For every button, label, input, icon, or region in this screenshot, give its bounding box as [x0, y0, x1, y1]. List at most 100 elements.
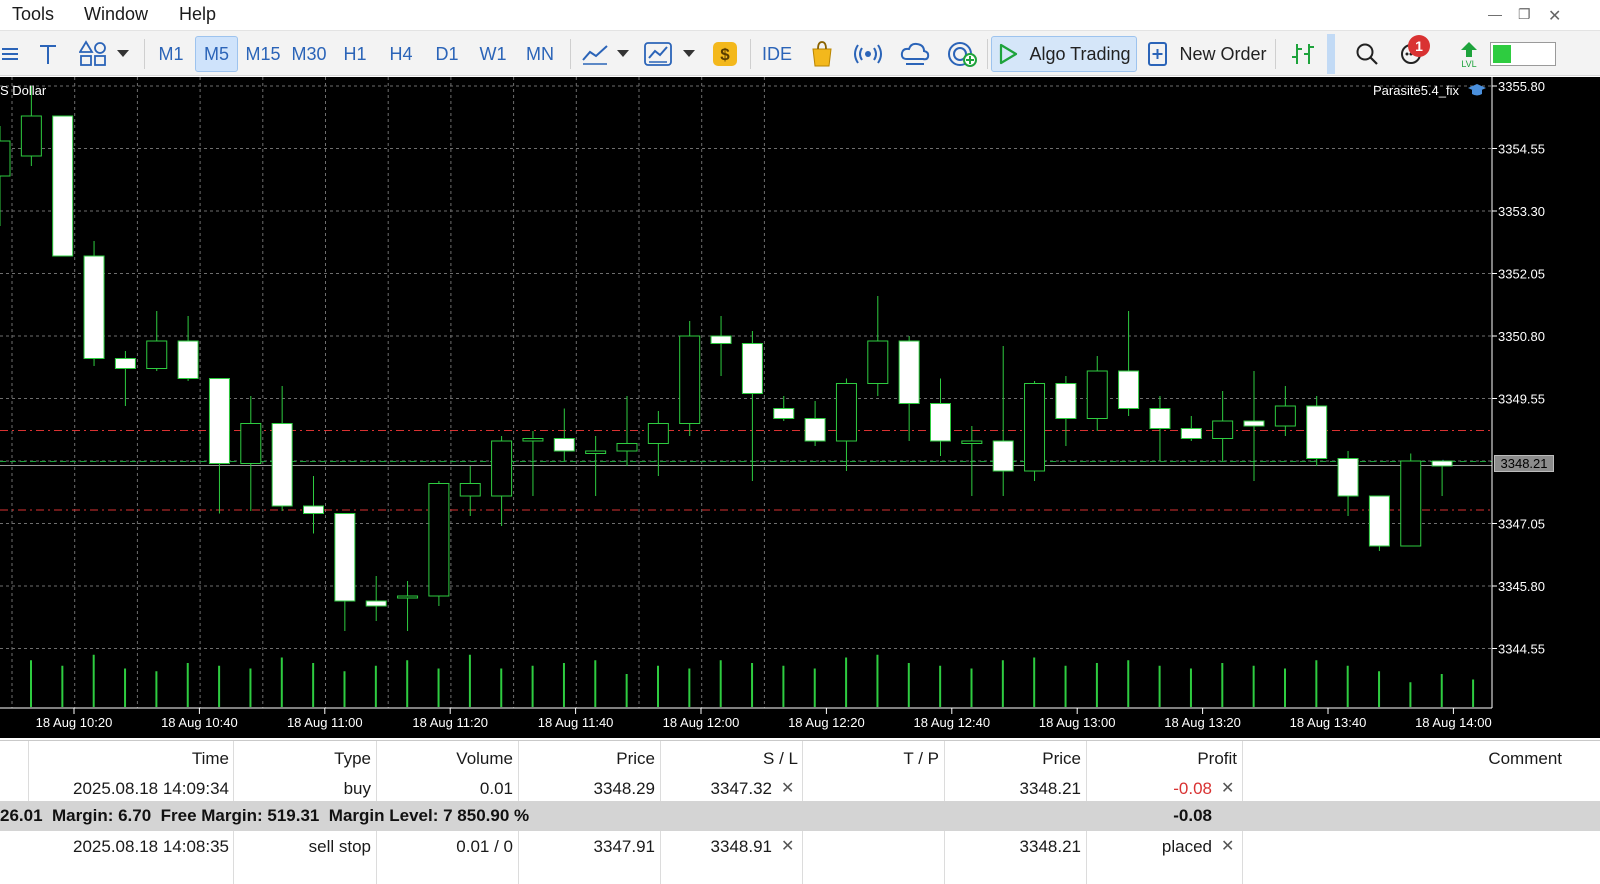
chevron-down-icon[interactable]: [114, 36, 132, 72]
ide-button[interactable]: IDE: [758, 36, 796, 72]
current-price-label: 3348.21: [1494, 455, 1554, 472]
delete-order-icon[interactable]: ✕: [1221, 836, 1234, 856]
header-current-price[interactable]: Price: [940, 749, 1081, 769]
header-tp[interactable]: T / P: [800, 749, 939, 769]
header-price[interactable]: Price: [520, 749, 655, 769]
candle-bullish: [1400, 460, 1422, 547]
timeframe-h1[interactable]: H1: [334, 36, 376, 72]
chevron-down-icon[interactable]: [614, 36, 632, 72]
toolbar-separator: [987, 39, 988, 69]
y-tick-label: 3347.05: [1498, 517, 1545, 532]
vps-cloud-icon[interactable]: [898, 36, 932, 72]
y-tick-label: 3344.55: [1498, 642, 1545, 657]
candle-bearish: [334, 513, 356, 602]
x-tick-label: 18 Aug 13:40: [1290, 715, 1367, 730]
row-type: sell stop: [308, 837, 371, 856]
menu-tools[interactable]: Tools: [12, 4, 54, 25]
candle-bearish: [1431, 460, 1453, 467]
timeframe-m15[interactable]: M15: [241, 36, 285, 72]
signals-icon[interactable]: [852, 36, 884, 72]
candle-bearish: [1055, 383, 1077, 419]
row-sl[interactable]: 3348.91: [660, 837, 772, 857]
candlestick-chart[interactable]: 3355.80 3354.55 3353.30 3352.05 3350.80 3349.…: [0, 77, 1600, 738]
candle-bearish: [1180, 428, 1202, 439]
close-position-icon[interactable]: ✕: [1221, 778, 1234, 798]
toolbar-handle: [1327, 34, 1335, 74]
row-volume: 0.01: [479, 779, 513, 798]
candle-bearish: [303, 505, 324, 514]
header-comment[interactable]: Comment: [1400, 749, 1562, 769]
x-tick-label: 18 Aug 10:20: [36, 715, 113, 730]
candle-bearish: [992, 440, 1014, 472]
connection-status-bar[interactable]: [1490, 42, 1556, 66]
candle-bullish: [0, 140, 11, 177]
y-tick-label: 3352.05: [1498, 267, 1545, 282]
header-type[interactable]: Type: [240, 749, 371, 769]
candle-bullish: [1274, 405, 1296, 427]
depth-of-market-icon[interactable]: [1283, 36, 1323, 72]
new-order-button[interactable]: New Order: [1145, 36, 1269, 72]
timeframe-w1[interactable]: W1: [472, 36, 514, 72]
timeframe-d1[interactable]: D1: [426, 36, 468, 72]
candle-bearish: [114, 358, 136, 369]
close-icon[interactable]: ✕: [1548, 6, 1561, 26]
chevron-down-icon[interactable]: [680, 36, 698, 72]
row-time: 2025.08.18 14:09:34: [73, 779, 229, 798]
candle-bullish: [491, 440, 513, 497]
indicators-icon[interactable]: [640, 36, 676, 72]
new-order-icon: [1148, 42, 1168, 66]
y-tick-label: 3349.55: [1498, 392, 1545, 407]
candle-bullish: [1024, 383, 1046, 472]
candle-bullish: [146, 340, 168, 369]
timeframe-mn[interactable]: MN: [518, 36, 562, 72]
timeframe-m30[interactable]: M30: [287, 36, 331, 72]
timeframe-m1[interactable]: M1: [150, 36, 192, 72]
x-tick-label: 18 Aug 14:00: [1415, 715, 1492, 730]
candle-bearish: [1118, 370, 1140, 409]
line-chart-icon[interactable]: [578, 36, 612, 72]
remove-sl-icon[interactable]: ✕: [781, 778, 794, 798]
algo-trading-button[interactable]: Algo Trading: [991, 36, 1137, 72]
radar-add-icon[interactable]: [944, 36, 980, 72]
text-tool-icon[interactable]: [34, 36, 62, 72]
remove-sl-icon[interactable]: ✕: [781, 836, 794, 856]
minimize-icon[interactable]: —: [1488, 6, 1502, 22]
header-volume[interactable]: Volume: [380, 749, 513, 769]
dollar-icon[interactable]: $: [710, 36, 740, 72]
toolbar-separator: [1275, 39, 1276, 69]
candle-bearish: [804, 418, 826, 442]
candle-bearish: [1243, 420, 1265, 427]
candle-bearish: [898, 340, 920, 404]
expert-advisor-label[interactable]: Parasite5.4_fix: [1373, 83, 1459, 98]
candle-bullish: [835, 383, 857, 442]
restore-icon[interactable]: ❐: [1518, 6, 1531, 23]
header-profit[interactable]: Profit: [1090, 749, 1237, 769]
notification-badge: 1: [1408, 35, 1430, 57]
x-tick-label: 18 Aug 12:00: [663, 715, 740, 730]
graduation-cap-icon: [1468, 84, 1486, 96]
timeframe-h4[interactable]: H4: [380, 36, 422, 72]
header-time[interactable]: Time: [100, 749, 229, 769]
timeframe-m5[interactable]: M5: [195, 36, 238, 72]
shapes-icon[interactable]: [76, 36, 110, 72]
search-icon[interactable]: [1350, 36, 1384, 72]
x-tick-label: 18 Aug 11:00: [287, 715, 363, 730]
header-sl[interactable]: S / L: [660, 749, 798, 769]
row-price: 3347.91: [593, 837, 655, 856]
menu-window[interactable]: Window: [84, 4, 148, 25]
market-bag-icon[interactable]: [806, 36, 838, 72]
menu-help[interactable]: Help: [179, 4, 216, 25]
toolbar-separator: [144, 39, 145, 69]
row-price: 3348.29: [593, 779, 655, 798]
candle-bullish: [647, 423, 669, 444]
level-icon[interactable]: LVL: [1454, 36, 1484, 72]
price-chart[interactable]: 3355.80 3354.55 3353.30 3352.05 3350.80 3349.…: [0, 77, 1600, 738]
metatrader-window: { "menu": { "items": ["Tools", "Window",…: [0, 0, 1600, 884]
new-order-label: New Order: [1179, 43, 1267, 64]
x-tick-label: 18 Aug 12:20: [788, 715, 865, 730]
account-summary: 26.01 Margin: 6.70 Free Margin: 519.31 M…: [0, 806, 530, 825]
candle-bearish: [1368, 495, 1390, 547]
candle-bullish: [240, 423, 262, 464]
menu-lines-icon[interactable]: [0, 36, 22, 72]
row-sl[interactable]: 3347.32: [660, 779, 772, 799]
